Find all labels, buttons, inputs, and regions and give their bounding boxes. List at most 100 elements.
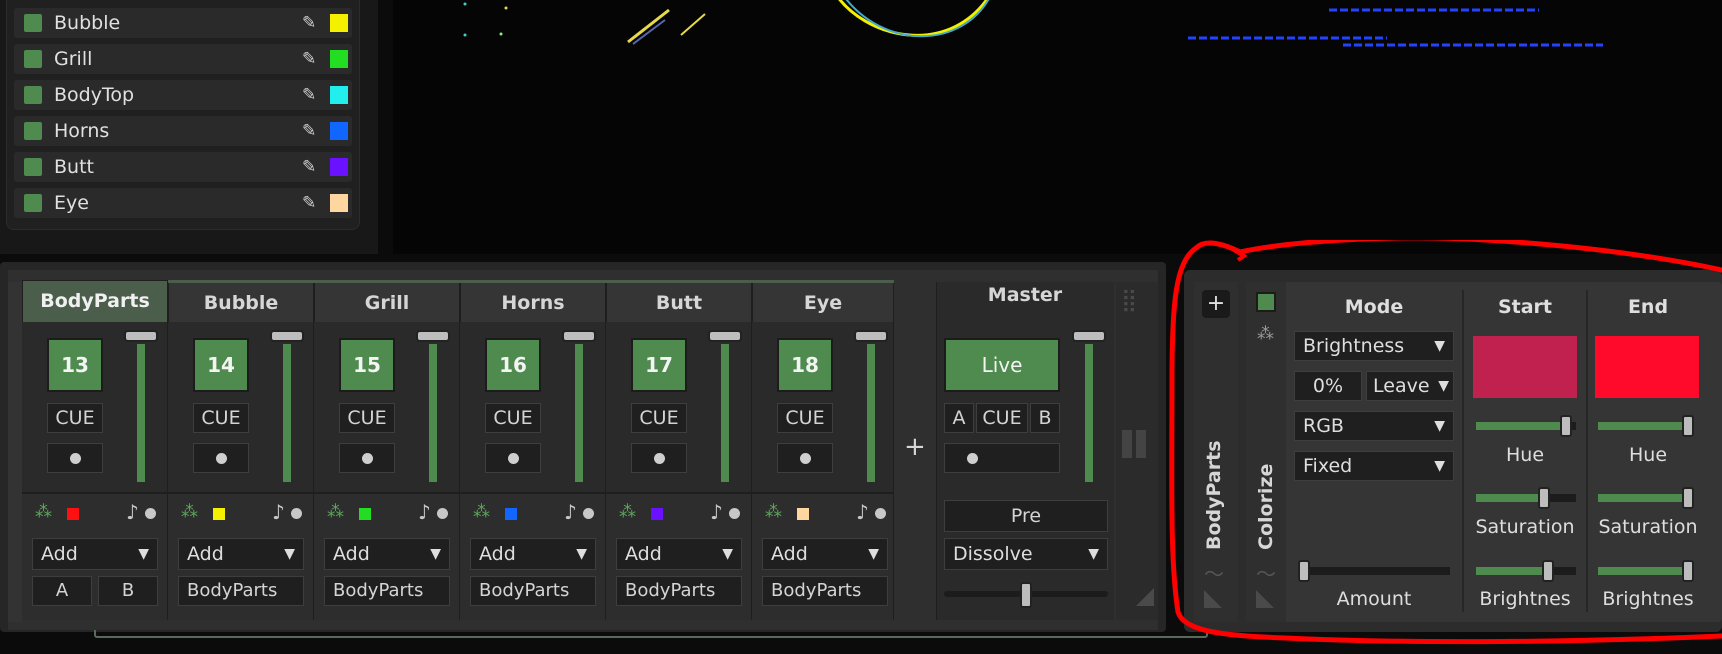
audio-note-icon[interactable]: ♪	[710, 500, 723, 524]
tab-bubble[interactable]: Bubble	[168, 282, 314, 322]
channel-color-swatch[interactable]	[797, 508, 809, 520]
collapse-icon[interactable]	[1256, 590, 1274, 608]
pre-button[interactable]: Pre	[944, 500, 1108, 532]
layer-row-bodytop[interactable]: BodyTop ✎	[14, 80, 352, 110]
fader-handle[interactable]	[854, 330, 888, 342]
tab-grill[interactable]: Grill	[314, 282, 460, 322]
opacity-fader[interactable]	[137, 344, 145, 482]
end-hue-slider[interactable]	[1598, 422, 1688, 430]
pencil-icon[interactable]: ✎	[302, 13, 316, 33]
end-color-swatch[interactable]	[1595, 336, 1699, 398]
fader-handle[interactable]	[708, 330, 742, 342]
group-icon[interactable]: ⁂	[765, 502, 782, 522]
opacity-fader[interactable]	[721, 344, 729, 482]
start-saturation-handle[interactable]	[1538, 487, 1550, 509]
end-brightness-handle[interactable]	[1682, 560, 1694, 582]
group-icon[interactable]: ⁂	[35, 502, 52, 522]
layer-color-swatch[interactable]	[330, 50, 348, 68]
pencil-icon[interactable]: ✎	[302, 49, 316, 69]
audio-dot-icon[interactable]	[437, 508, 448, 519]
opacity-fader[interactable]	[283, 344, 291, 482]
pencil-icon[interactable]: ✎	[302, 121, 316, 141]
master-b-button[interactable]: B	[1030, 403, 1060, 433]
layer-row-eye[interactable]: Eye ✎	[14, 188, 352, 218]
channel-color-swatch[interactable]	[67, 508, 79, 520]
group-icon[interactable]: ⁂	[327, 502, 344, 522]
cue-button[interactable]: CUE	[193, 403, 249, 433]
fader-handle[interactable]	[124, 330, 158, 342]
cue-button[interactable]: CUE	[47, 403, 103, 433]
group-icon[interactable]: ⁂	[473, 502, 490, 522]
layer-enable-checkbox[interactable]	[24, 122, 42, 140]
master-cue-button[interactable]: CUE	[976, 403, 1028, 433]
record-button[interactable]	[631, 443, 687, 473]
record-button[interactable]	[485, 443, 541, 473]
layer-color-swatch[interactable]	[330, 158, 348, 176]
layer-enable-checkbox[interactable]	[24, 158, 42, 176]
collapse-icon[interactable]	[1204, 590, 1222, 608]
color-space-dropdown[interactable]: RGB ▼	[1294, 411, 1454, 441]
layer-color-swatch[interactable]	[330, 86, 348, 104]
start-brightness-slider[interactable]	[1476, 567, 1548, 575]
channel-17-button[interactable]: 17	[631, 338, 687, 392]
source-a-button[interactable]: A	[32, 576, 92, 606]
channel-13-button[interactable]: 13	[47, 338, 103, 392]
grid-icon[interactable]: ⣿	[1121, 288, 1137, 313]
record-button[interactable]	[193, 443, 249, 473]
layer-color-swatch[interactable]	[330, 122, 348, 140]
add-channel-button[interactable]: +	[904, 432, 926, 462]
source-dropdown[interactable]: BodyParts	[762, 576, 888, 606]
audio-note-icon[interactable]: ♪	[856, 500, 869, 524]
start-brightness-handle[interactable]	[1542, 560, 1554, 582]
mixer-scrollbar[interactable]	[94, 630, 1208, 638]
layer-color-swatch[interactable]	[330, 194, 348, 212]
source-dropdown[interactable]: BodyParts	[324, 576, 450, 606]
end-saturation-slider[interactable]	[1598, 494, 1688, 502]
scroll-handle-right[interactable]	[1136, 430, 1146, 458]
live-button[interactable]: Live	[944, 338, 1060, 392]
channel-color-swatch[interactable]	[359, 508, 371, 520]
master-fader[interactable]	[1085, 344, 1093, 482]
tab-bodyparts[interactable]: BodyParts	[22, 280, 168, 322]
blend-mode-dropdown[interactable]: Add ▼	[762, 538, 888, 570]
channel-14-button[interactable]: 14	[193, 338, 249, 392]
resize-corner-icon[interactable]	[1136, 588, 1154, 606]
opacity-fader[interactable]	[575, 344, 583, 482]
pencil-icon[interactable]: ✎	[302, 85, 316, 105]
layer-enable-checkbox[interactable]	[24, 86, 42, 104]
group-icon[interactable]: ⁂	[1257, 324, 1274, 344]
tab-horns[interactable]: Horns	[460, 282, 606, 322]
cue-button[interactable]: CUE	[485, 403, 541, 433]
mode-dropdown[interactable]: Brightness ▼	[1294, 331, 1454, 361]
end-saturation-handle[interactable]	[1682, 487, 1694, 509]
start-hue-handle[interactable]	[1560, 415, 1572, 437]
channel-color-swatch[interactable]	[505, 508, 517, 520]
layer-enable-checkbox[interactable]	[24, 50, 42, 68]
blend-mode-dropdown[interactable]: Add ▼	[616, 538, 742, 570]
layer-enable-checkbox[interactable]	[24, 194, 42, 212]
cue-button[interactable]: CUE	[631, 403, 687, 433]
leave-dropdown[interactable]: Leave ▼	[1366, 371, 1454, 401]
layer-row-bubble[interactable]: Bubble ✎	[14, 8, 352, 38]
transition-dropdown[interactable]: Dissolve ▼	[944, 538, 1108, 570]
audio-dot-icon[interactable]	[875, 508, 886, 519]
record-button[interactable]	[47, 443, 103, 473]
audio-dot-icon[interactable]	[583, 508, 594, 519]
amount-slider[interactable]	[1300, 567, 1450, 575]
scroll-handle-left[interactable]	[1122, 430, 1132, 458]
layer-row-grill[interactable]: Grill ✎	[14, 44, 352, 74]
fader-handle[interactable]	[562, 330, 596, 342]
opacity-fader[interactable]	[429, 344, 437, 482]
source-b-button[interactable]: B	[98, 576, 158, 606]
layer-enable-checkbox[interactable]	[24, 14, 42, 32]
tab-butt[interactable]: Butt	[606, 282, 752, 322]
opacity-fader[interactable]	[867, 344, 875, 482]
master-record-button[interactable]	[944, 443, 1060, 473]
channel-18-button[interactable]: 18	[777, 338, 833, 392]
channel-15-button[interactable]: 15	[339, 338, 395, 392]
blend-mode-dropdown[interactable]: Add ▼	[470, 538, 596, 570]
cue-button[interactable]: CUE	[339, 403, 395, 433]
master-a-button[interactable]: A	[944, 403, 974, 433]
layer-row-horns[interactable]: Horns ✎	[14, 116, 352, 146]
percent-field[interactable]: 0%	[1294, 371, 1362, 401]
